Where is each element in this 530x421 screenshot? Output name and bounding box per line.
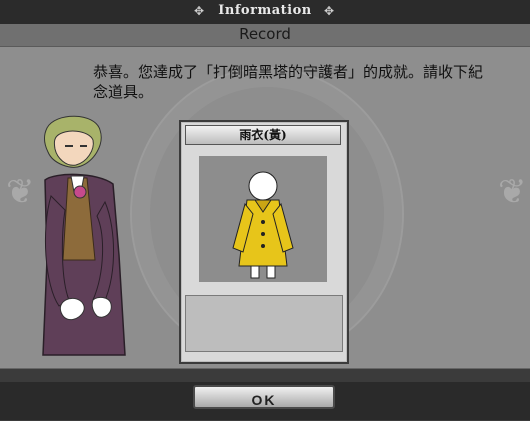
dialog-title: Information [218,3,312,18]
character-illustration [42,115,126,356]
fleur-icon: ❦ [498,172,527,212]
dialog-window: ✥ Information ✥ Record ❦ ❦ 恭喜。您達成了「打倒暗黑塔… [0,0,530,421]
fleur-icon: ❦ [6,172,35,212]
dialog-subtitle: Record [239,25,291,43]
ornament-icon: ✥ [323,4,335,18]
ok-button[interactable]: OK [193,385,335,409]
item-description-area [185,295,343,352]
achievement-message: 恭喜。您達成了「打倒暗黑塔的守護者」的成就。請收下紀念道具。 [93,63,484,101]
item-card: 雨衣(黃) [179,120,349,364]
title-bar: ✥ Information ✥ [0,0,530,25]
subtitle-bar: Record [0,24,530,47]
item-name: 雨衣(黃) [185,125,341,145]
raincoat-icon [232,171,294,279]
item-image [199,156,327,282]
content-area: ❦ ❦ 恭喜。您達成了「打倒暗黑塔的守護者」的成就。請收下紀念道具。 雨衣(黃) [0,47,530,367]
